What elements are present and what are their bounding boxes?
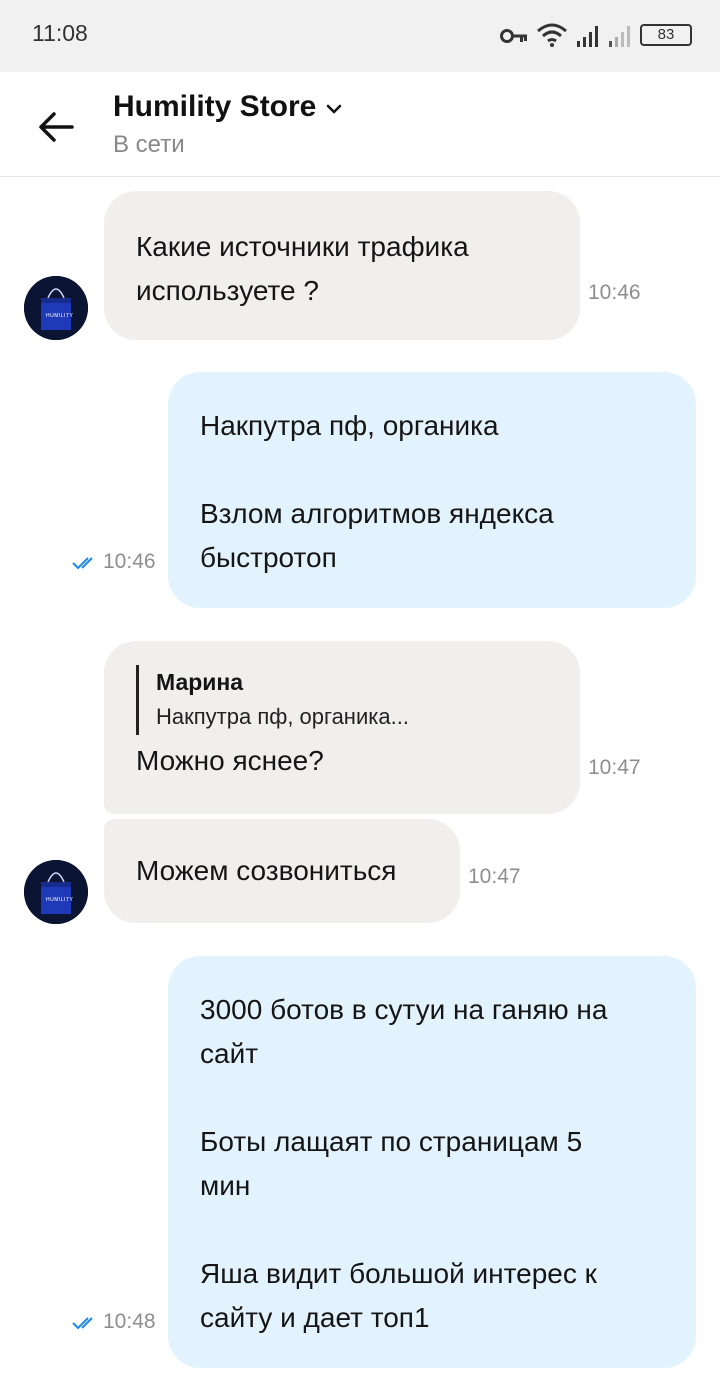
avatar[interactable]: HUMILITY	[24, 860, 88, 924]
avatar[interactable]: HUMILITY	[24, 276, 88, 340]
signal-icon	[577, 26, 598, 47]
message-bubble-outgoing[interactable]: Накпутра пф, органика Взлом алгоритмов я…	[168, 372, 696, 608]
wifi-icon	[537, 23, 567, 47]
shopping-bag-icon	[24, 860, 88, 924]
read-ticks-icon	[72, 1317, 93, 1330]
message-time: 10:47	[468, 865, 521, 888]
avatar-logo-text: HUMILITY	[46, 313, 74, 319]
message-text: Можем созвониться	[136, 855, 397, 886]
shopping-bag-icon	[24, 276, 88, 340]
read-ticks-icon	[72, 557, 93, 570]
message-bubble-incoming[interactable]: Какие источники трафика используете ?	[104, 191, 580, 340]
message-time: 10:47	[588, 756, 641, 779]
message-time: 10:48	[103, 1310, 156, 1333]
battery-level: 83	[657, 26, 675, 43]
chat-header: Humility Store В сети	[0, 72, 720, 177]
battery-icon: 83	[640, 24, 692, 46]
chat-title-button[interactable]: Humility Store	[113, 90, 342, 124]
reply-text: Накпутра пф, органика...	[156, 704, 409, 729]
message-bubble-incoming[interactable]: Марина Накпутра пф, органика... Можно яс…	[104, 641, 580, 814]
message-text: 3000 ботов в сутуи на ганяю на сайт Боты…	[200, 994, 608, 1333]
status-bar: 11:08 83	[0, 0, 720, 72]
key-icon	[500, 29, 527, 43]
back-arrow-icon[interactable]	[30, 102, 80, 152]
reply-author: Марина	[156, 669, 244, 695]
avatar-logo-text: HUMILITY	[46, 897, 74, 903]
message-time: 10:46	[588, 281, 641, 304]
message-bubble-outgoing[interactable]: 3000 ботов в сутуи на ганяю на сайт Боты…	[168, 956, 696, 1368]
signal-weak-icon	[609, 26, 630, 47]
chat-title: Humility Store	[113, 90, 317, 123]
chevron-down-icon	[327, 104, 342, 114]
message-bubble-incoming[interactable]: Можем созвониться	[104, 819, 460, 923]
message-text: Какие источники трафика используете ?	[136, 231, 469, 306]
reply-quote[interactable]: Марина Накпутра пф, органика...	[136, 665, 548, 735]
online-status: В сети	[113, 131, 185, 158]
status-time: 11:08	[32, 20, 88, 46]
message-time: 10:46	[103, 550, 156, 573]
message-text: Можно яснее?	[136, 745, 324, 776]
message-text: Накпутра пф, органика Взлом алгоритмов я…	[200, 410, 554, 573]
